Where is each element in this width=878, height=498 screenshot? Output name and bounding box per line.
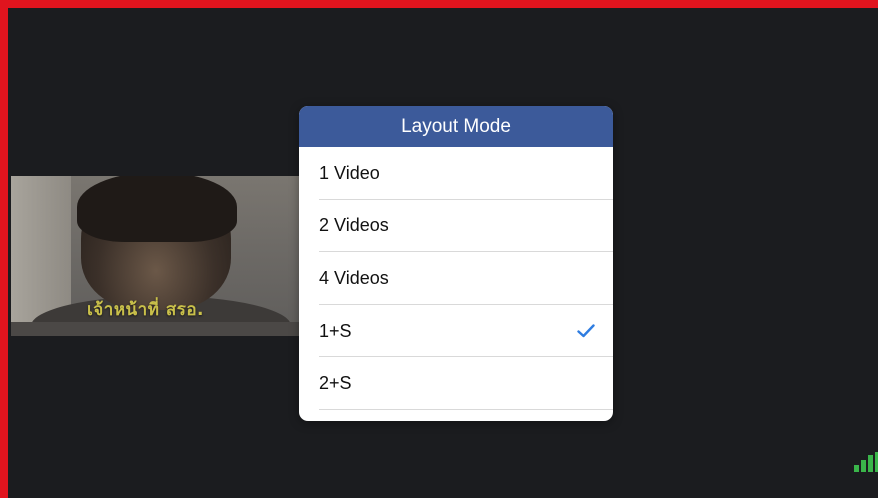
layout-option-label: 1 Video — [319, 162, 380, 183]
layout-option-label: 4 Videos — [319, 267, 389, 288]
participant-name-label: เจ้าหน้าที่ สรอ. — [87, 300, 204, 320]
check-icon — [577, 324, 595, 338]
meeting-screen: เจ้าหน้าที่ สรอ. Layout Mode 1 Video 2 V… — [0, 0, 878, 498]
layout-option-2-plus-s[interactable]: 2+S — [299, 357, 613, 410]
layout-mode-popover: Layout Mode 1 Video 2 Videos 4 Videos 1+… — [299, 106, 613, 421]
layout-option-1-video[interactable]: 1 Video — [299, 147, 613, 200]
video-table-edge — [11, 322, 301, 336]
layout-option-4-videos[interactable]: 4 Videos — [299, 252, 613, 305]
layout-option-label: 2 Videos — [319, 215, 389, 236]
layout-option-1-plus-s[interactable]: 1+S — [299, 305, 613, 358]
layout-option-label: 1+S — [319, 320, 352, 341]
popover-title: Layout Mode — [299, 106, 613, 147]
signal-strength-icon — [854, 452, 878, 472]
participant-video-tile[interactable]: เจ้าหน้าที่ สรอ. — [11, 176, 301, 336]
layout-option-label: 2+S — [319, 373, 352, 394]
layout-option-2-videos[interactable]: 2 Videos — [299, 200, 613, 253]
participant-hair — [77, 176, 237, 242]
layout-option-list: 1 Video 2 Videos 4 Videos 1+S 2+S — [299, 147, 613, 410]
